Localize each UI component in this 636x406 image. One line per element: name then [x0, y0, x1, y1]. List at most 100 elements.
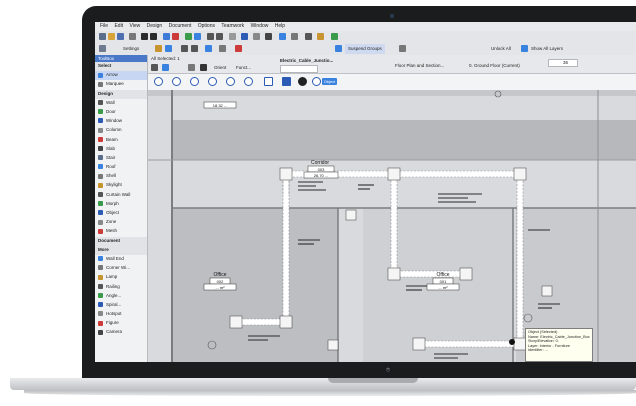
- toolbox-item-railing[interactable]: Railing: [95, 283, 147, 292]
- floor-plan-field[interactable]: Floor Plan and Section...: [394, 63, 444, 69]
- suspend-groups-icon[interactable]: [335, 45, 342, 52]
- menu-teamwork[interactable]: Teamwork: [221, 23, 244, 29]
- transform-icon[interactable]: [162, 64, 169, 71]
- mail-icon[interactable]: [282, 77, 291, 86]
- measure-icon[interactable]: [216, 33, 223, 40]
- toolbox-item-angle[interactable]: Angle...: [95, 292, 147, 301]
- elevation-icon[interactable]: [291, 33, 298, 40]
- menu-options[interactable]: Options: [198, 23, 215, 29]
- toolbox-item-shell[interactable]: Shell: [95, 172, 147, 181]
- layers-visibility-icon[interactable]: [521, 45, 528, 52]
- svg-text:Office: Office: [437, 272, 450, 278]
- orbit-icon[interactable]: [172, 77, 181, 86]
- menu-window[interactable]: Window: [251, 23, 269, 29]
- toolbox-item-mesh[interactable]: Mesh: [95, 227, 147, 236]
- cloud-icon[interactable]: [226, 77, 235, 86]
- ungroup-icon[interactable]: [219, 45, 226, 52]
- close-icon[interactable]: [200, 64, 207, 71]
- grid-icon[interactable]: [207, 33, 214, 40]
- settings-icon[interactable]: [99, 45, 106, 52]
- story-selector[interactable]: 0. Ground Floor (Current): [468, 63, 530, 69]
- gear-icon[interactable]: [298, 77, 307, 86]
- zoom-field[interactable]: 36: [548, 59, 578, 67]
- layers-icon[interactable]: [253, 33, 260, 40]
- toolbox-item-curtain-wall[interactable]: Curtain Wall: [95, 191, 147, 200]
- toolbox-item-door[interactable]: Door: [95, 108, 147, 117]
- toolbox-item-skylight[interactable]: Skylight: [95, 181, 147, 190]
- menu-edit[interactable]: Edit: [114, 23, 123, 29]
- floor-plan-drawing[interactable]: Corridor 003 26.70 ... Office 002 ... m²…: [148, 90, 636, 362]
- save-icon[interactable]: [117, 33, 124, 40]
- menu-file[interactable]: File: [100, 23, 108, 29]
- toolbox-item-corner-wi[interactable]: Corner Wi...: [95, 264, 147, 273]
- distribute-icon[interactable]: [191, 45, 198, 52]
- undo-icon[interactable]: [141, 33, 148, 40]
- menu-design[interactable]: Design: [147, 23, 163, 29]
- menu-view[interactable]: View: [129, 23, 140, 29]
- toolbox-item-window[interactable]: Window: [95, 117, 147, 126]
- tool-icon: [98, 164, 103, 170]
- unlock-all-button[interactable]: Unlock All: [491, 43, 511, 55]
- settings-button[interactable]: Settings: [123, 43, 139, 55]
- reset-view-icon[interactable]: [208, 77, 217, 86]
- pointer-icon[interactable]: [163, 33, 170, 40]
- toolbox-item-marquee[interactable]: Marquee: [95, 80, 147, 89]
- tool-icon: [98, 302, 103, 308]
- suspend-groups-button[interactable]: Suspend Groups: [345, 44, 385, 54]
- inject-icon[interactable]: [165, 45, 172, 52]
- redo-icon[interactable]: [150, 33, 157, 40]
- toolbox-item-figure[interactable]: Figure: [95, 319, 147, 328]
- floor-plan-canvas[interactable]: Corridor 003 26.70 ... Office 002 ... m²…: [148, 90, 636, 362]
- network-icon[interactable]: [264, 77, 273, 86]
- toolbox-item-column[interactable]: Column: [95, 126, 147, 135]
- view-circle-icon[interactable]: [154, 77, 163, 86]
- snap-icon[interactable]: [185, 33, 192, 40]
- toolbox-item-stair[interactable]: Stair: [95, 154, 147, 163]
- toolbox-item-label: Shell: [106, 173, 117, 179]
- toolbox-item-camera[interactable]: Camera: [95, 328, 147, 337]
- trim-icon[interactable]: [235, 45, 242, 52]
- align-icon[interactable]: [181, 45, 188, 52]
- show-all-layers-button[interactable]: Show All Layers: [531, 43, 563, 55]
- toolbox-item-label: Window: [106, 118, 123, 124]
- toolbox-item-roof[interactable]: Roof: [95, 163, 147, 172]
- group-icon[interactable]: [205, 45, 212, 52]
- toolbox-item-label: Skylight: [106, 182, 122, 188]
- 3d-view-icon[interactable]: [265, 33, 272, 40]
- element-name-field[interactable]: [280, 65, 318, 73]
- toolbox-item-hotspot[interactable]: Hotspot: [95, 310, 147, 319]
- toolbox-item-beam[interactable]: Beam: [95, 136, 147, 145]
- pick-up-icon[interactable]: [155, 45, 162, 52]
- help-icon[interactable]: [312, 77, 321, 86]
- new-file-icon[interactable]: [99, 33, 106, 40]
- menu-document[interactable]: Document: [169, 23, 192, 29]
- toolbox-item-morph[interactable]: Morph: [95, 200, 147, 209]
- pointer-mode-icon[interactable]: [151, 64, 158, 71]
- toolbox-item-wall[interactable]: Wall: [95, 99, 147, 108]
- toolbox-item-slab[interactable]: Slab: [95, 145, 147, 154]
- toolbox-item-wall-end[interactable]: Wall End: [95, 255, 147, 264]
- open-file-icon[interactable]: [108, 33, 115, 40]
- guide-icon[interactable]: [194, 33, 201, 40]
- mirror-icon[interactable]: [188, 64, 195, 71]
- print-icon[interactable]: [129, 33, 136, 40]
- object-chip[interactable]: Object: [322, 78, 337, 85]
- cloud-upload-icon[interactable]: [244, 77, 253, 86]
- add-icon[interactable]: [331, 33, 338, 40]
- pen-icon[interactable]: [172, 33, 179, 40]
- svg-text:001: 001: [440, 279, 447, 284]
- toolbox-item-spiral[interactable]: Spiral...: [95, 301, 147, 310]
- zoom-icon[interactable]: [229, 33, 236, 40]
- toolbox-item-zone[interactable]: Zone: [95, 218, 147, 227]
- dimension-icon[interactable]: [317, 33, 324, 40]
- menu-help[interactable]: Help: [275, 23, 285, 29]
- target-icon[interactable]: [190, 77, 199, 86]
- toolbox-item-object[interactable]: Object: [95, 209, 147, 218]
- toolbox-item-lamp[interactable]: Lamp: [95, 273, 147, 282]
- toolbox-item-arrow[interactable]: Arrow: [95, 71, 147, 81]
- lock-icon[interactable]: [399, 45, 406, 52]
- text-icon[interactable]: [305, 33, 312, 40]
- function-field[interactable]: Funct...: [236, 65, 251, 71]
- trace-icon[interactable]: [241, 33, 248, 40]
- section-icon[interactable]: [279, 33, 286, 40]
